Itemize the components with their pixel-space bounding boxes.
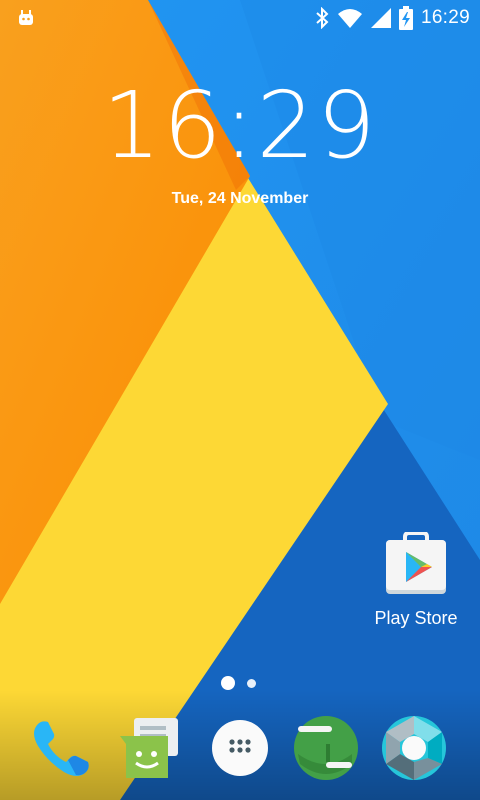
hangouts-icon xyxy=(294,716,358,780)
camera-icon xyxy=(382,716,446,780)
play-store-shortcut[interactable]: Play Store xyxy=(368,532,464,629)
bluetooth-icon xyxy=(316,7,329,29)
phone-icon xyxy=(34,721,89,776)
battery-charging-icon xyxy=(398,6,413,30)
dock-hangouts[interactable] xyxy=(292,714,360,782)
dock-camera[interactable] xyxy=(380,714,448,782)
wifi-icon xyxy=(337,9,362,28)
cell-signal-icon xyxy=(370,8,391,28)
dock-messaging[interactable] xyxy=(114,714,182,782)
home-clock[interactable]: 16:29 xyxy=(0,72,480,179)
home-date[interactable]: Tue, 24 November xyxy=(0,190,480,208)
app-drawer-icon xyxy=(212,720,268,776)
play-store-icon xyxy=(386,532,446,594)
page-indicator xyxy=(0,676,480,692)
status-bar[interactable]: 16:29 xyxy=(0,0,480,36)
page-dot-active xyxy=(221,676,235,690)
dock xyxy=(0,714,480,784)
page-dot xyxy=(247,679,256,688)
status-clock: 16:29 xyxy=(420,7,470,28)
android-icon xyxy=(19,10,33,25)
play-store-label: Play Store xyxy=(374,608,458,628)
dock-app-drawer[interactable] xyxy=(206,714,274,782)
messaging-icon xyxy=(120,718,178,778)
dock-phone[interactable] xyxy=(28,714,96,782)
